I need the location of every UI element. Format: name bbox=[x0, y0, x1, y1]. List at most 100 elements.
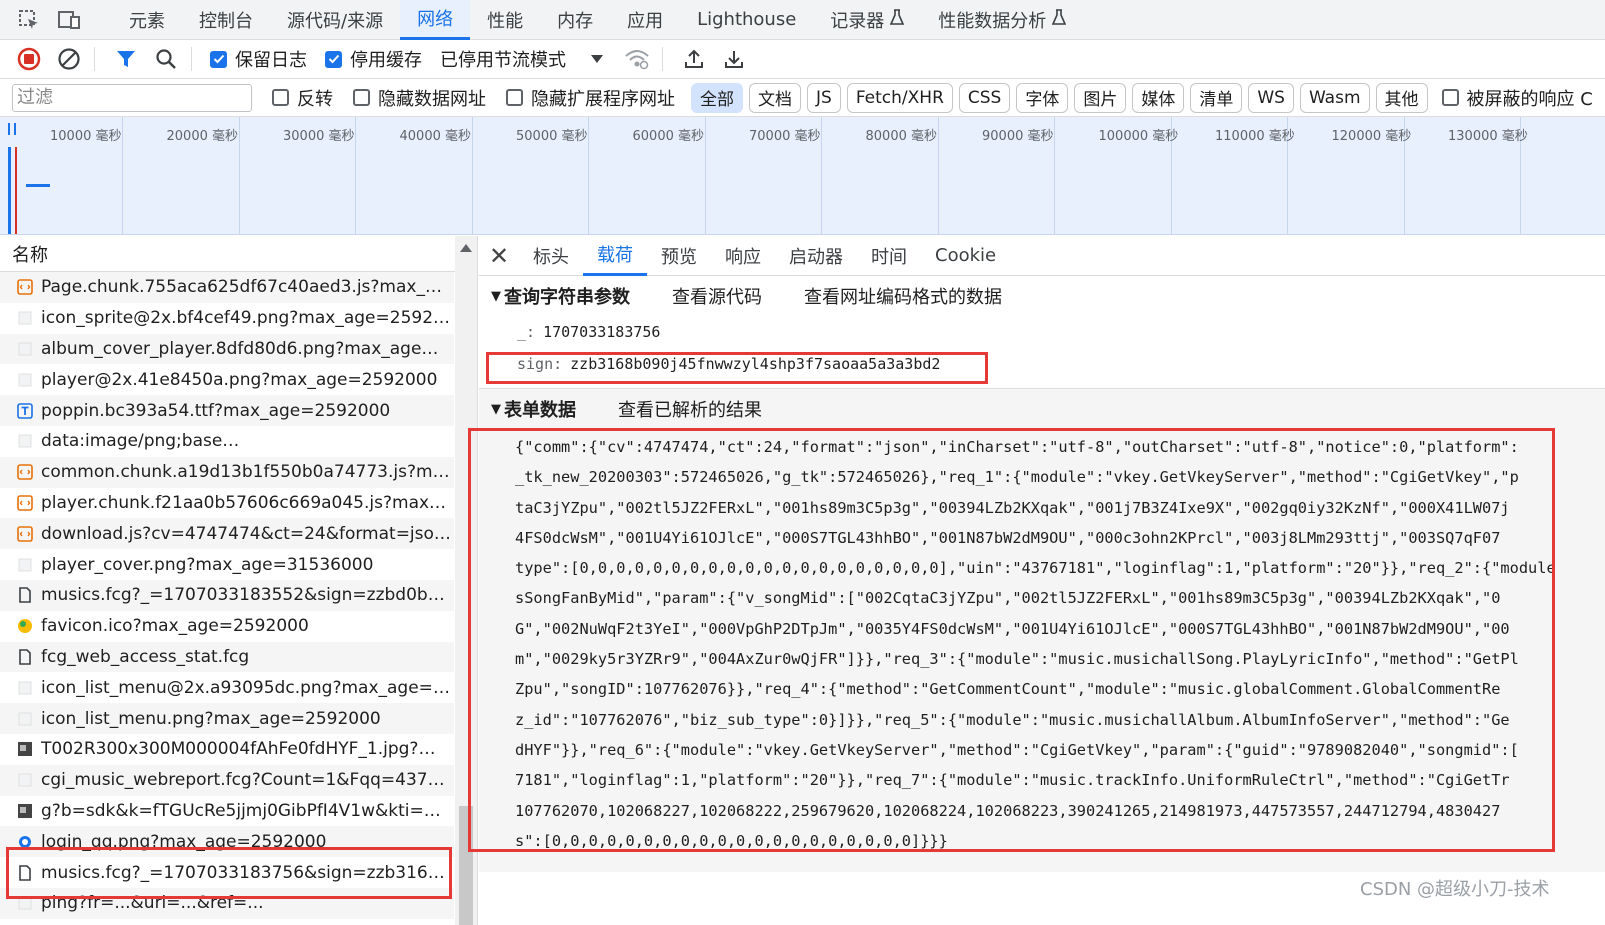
download-icon[interactable] bbox=[717, 42, 751, 76]
type-filter-chip[interactable]: 其他 bbox=[1375, 82, 1428, 113]
param-value: zzb3168b090j45fnwwzyl4shp3f7saoaa5a3a3bd… bbox=[570, 355, 941, 373]
request-name: fcg_web_access_stat.fcg bbox=[41, 646, 250, 667]
type-filter-chip[interactable]: Fetch/XHR bbox=[846, 82, 953, 113]
chevron-down-icon[interactable] bbox=[580, 42, 614, 76]
request-row[interactable]: favicon.ico?max_age=2592000 bbox=[0, 611, 454, 642]
tab-7[interactable]: Lighthouse bbox=[680, 0, 813, 40]
scroll-thumb[interactable] bbox=[459, 806, 473, 925]
type-filter-chip[interactable]: 全部 bbox=[691, 82, 743, 113]
upload-icon[interactable] bbox=[677, 42, 711, 76]
request-row[interactable]: player@2x.41e8450a.png?max_age=2592000 bbox=[0, 364, 454, 395]
disable-cache-label: 停用缓存 bbox=[350, 50, 422, 71]
scroll-up-icon[interactable] bbox=[460, 244, 472, 252]
tab-9[interactable]: 性能数据分析 bbox=[921, 0, 1083, 40]
type-filter-chip[interactable]: WS bbox=[1248, 82, 1294, 113]
inspect-element-icon[interactable] bbox=[14, 5, 44, 35]
filter-input[interactable]: 过滤 bbox=[12, 83, 252, 112]
js-icon bbox=[16, 525, 34, 543]
tab-2[interactable]: 源代码/来源 bbox=[270, 0, 400, 40]
search-icon[interactable] bbox=[149, 42, 183, 76]
close-icon[interactable]: ✕ bbox=[479, 236, 519, 276]
request-row[interactable]: Page.chunk.755aca625df67c40aed3.js?max_a… bbox=[0, 272, 454, 303]
name-column-header[interactable]: 名称 bbox=[0, 236, 477, 272]
detail-tab[interactable]: 启动器 bbox=[775, 236, 857, 276]
timeline-tick-label: 90000 毫秒 bbox=[982, 129, 1054, 144]
request-row[interactable]: icon_list_menu@2x.a93095dc.png?max_age=2… bbox=[0, 672, 454, 703]
type-filter-chip[interactable]: JS bbox=[807, 82, 841, 113]
request-row[interactable]: album_cover_player.8dfd80d6.png?max_age=… bbox=[0, 333, 454, 365]
detail-tab[interactable]: 标头 bbox=[519, 236, 583, 276]
clear-icon[interactable] bbox=[52, 42, 86, 76]
view-parsed-link[interactable]: 查看已解析的结果 bbox=[618, 396, 762, 422]
tab-label: 性能数据分析 bbox=[938, 10, 1047, 32]
hide-data-urls-checkbox[interactable]: 隐藏数据网址 bbox=[353, 85, 486, 111]
hide-extension-urls-checkbox[interactable]: 隐藏扩展程序网址 bbox=[506, 85, 675, 111]
preserve-log-checkbox[interactable]: 保留日志 bbox=[210, 46, 307, 72]
type-filter-chip[interactable]: 清单 bbox=[1190, 82, 1243, 113]
detail-tab[interactable]: 时间 bbox=[857, 236, 921, 276]
request-row[interactable]: T002R300x300M000004fAhFe0fdHYF_1.jpg?max… bbox=[0, 734, 454, 765]
request-row[interactable]: icon_sprite@2x.bf4cef49.png?max_age=2592… bbox=[0, 303, 454, 334]
request-detail: ✕ 标头 载荷 预览 响应 启动器 时间 Cookie ▼ 查询字符串参数 查看源代码 查看… bbox=[479, 236, 1605, 925]
timeline-bar-blue bbox=[8, 147, 11, 234]
query-params-header[interactable]: ▼ 查询字符串参数 查看源代码 查看网址编码格式的数据 bbox=[479, 276, 1605, 316]
query-params-title: 查询字符串参数 bbox=[504, 287, 630, 308]
request-row[interactable]: common.chunk.a19d13b1f550b0a74773.js?max… bbox=[0, 456, 454, 488]
timeline-tick-label: 50000 毫秒 bbox=[516, 129, 588, 144]
request-row[interactable]: musics.fcg?_=1707033183756&sign=zzb3168b… bbox=[0, 857, 454, 888]
tab-8[interactable]: 记录器 bbox=[813, 0, 921, 40]
request-row[interactable]: player.chunk.f21aa0b57606c669a045.js?max… bbox=[0, 488, 454, 519]
image-icon bbox=[16, 894, 34, 912]
request-row[interactable]: g?b=sdk&k=fTGUcRe5jjmj0GibPfI4V1w&kti=Y4… bbox=[0, 796, 454, 827]
timeline-gridline bbox=[355, 117, 356, 234]
request-row[interactable]: musics.fcg?_=1707033183552&sign=zzbd0b1f… bbox=[0, 579, 454, 611]
tab-6[interactable]: 应用 bbox=[610, 0, 680, 40]
timeline-tick-label: 20000 毫秒 bbox=[166, 129, 239, 144]
tab-3[interactable]: 网络 bbox=[400, 0, 471, 40]
type-filter-chip[interactable]: 文档 bbox=[749, 82, 801, 113]
checkbox-box bbox=[353, 89, 370, 106]
request-row[interactable]: player_cover.png?max_age=31536000 bbox=[0, 549, 454, 580]
hide-data-urls-label: 隐藏数据网址 bbox=[378, 88, 486, 110]
request-row[interactable]: poppin.bc393a54.ttf?max_age=2592000 bbox=[0, 395, 454, 426]
request-row[interactable]: download.js?cv=4747474&ct=24&format=json… bbox=[0, 518, 454, 550]
tab-5[interactable]: 内存 bbox=[540, 0, 610, 40]
view-url-encoded-link[interactable]: 查看网址编码格式的数据 bbox=[804, 283, 1002, 309]
list-scrollbar[interactable] bbox=[455, 236, 477, 925]
type-filter-chip[interactable]: 图片 bbox=[1074, 82, 1127, 113]
request-row[interactable]: cgi_music_webreport.fcg?Count=1&Fqq=4376… bbox=[0, 764, 454, 796]
device-toolbar-icon[interactable] bbox=[54, 5, 84, 35]
detail-tab[interactable]: 载荷 bbox=[583, 236, 647, 276]
form-data-line: m","0029ky5r3YZRr9","004AxZur0wQjFR"]}},… bbox=[515, 650, 1519, 669]
tab-0[interactable]: 元素 bbox=[112, 0, 182, 40]
filter-icon[interactable] bbox=[109, 42, 143, 76]
timeline-pause-icon[interactable] bbox=[8, 123, 16, 135]
type-filter-chip[interactable]: Wasm bbox=[1299, 82, 1370, 113]
record-stop-icon[interactable] bbox=[12, 42, 46, 76]
tab-1[interactable]: 控制台 bbox=[182, 0, 270, 40]
detail-tab[interactable]: 预览 bbox=[647, 236, 711, 276]
timeline-overview[interactable]: 10000 毫秒 20000 毫秒 30000 毫秒 40000 毫秒 50000 毫秒… bbox=[0, 117, 1605, 235]
throttling-select[interactable]: 已停用节流模式 bbox=[440, 46, 566, 72]
tab-4[interactable]: 性能 bbox=[470, 0, 540, 40]
disable-cache-checkbox[interactable]: 停用缓存 bbox=[325, 46, 422, 72]
request-row[interactable]: data:image/png;base… bbox=[0, 426, 454, 457]
network-conditions-icon[interactable] bbox=[620, 42, 654, 76]
request-row[interactable]: ping?fr=...&url=...&ref=... bbox=[0, 887, 454, 919]
detail-tab[interactable]: Cookie bbox=[921, 236, 1010, 276]
blocked-responses-checkbox[interactable]: 被屏蔽的响应 C bbox=[1441, 85, 1593, 111]
view-source-link[interactable]: 查看源代码 bbox=[672, 283, 762, 309]
image-icon bbox=[16, 432, 34, 450]
request-row[interactable]: fcg_web_access_stat.fcg bbox=[0, 641, 454, 673]
hide-extension-urls-label: 隐藏扩展程序网址 bbox=[531, 88, 675, 110]
form-data-header[interactable]: ▼ 表单数据 查看已解析的结果 bbox=[479, 389, 1605, 429]
invert-checkbox[interactable]: 反转 bbox=[272, 85, 333, 111]
request-row[interactable]: login_qq.png?max_age=2592000 bbox=[0, 826, 454, 858]
type-filter-chip[interactable]: 媒体 bbox=[1132, 82, 1185, 113]
type-filter-chip[interactable]: 字体 bbox=[1016, 82, 1069, 113]
detail-tab[interactable]: 响应 bbox=[711, 236, 775, 276]
form-data-line: _tk_new_20200303":572465026,"g_tk":57246… bbox=[515, 468, 1519, 487]
request-row[interactable]: icon_list_menu.png?max_age=2592000 bbox=[0, 703, 454, 734]
resource-type-filters: 全部 文档 JS Fetch/XHR CSS 字体 图片 媒体 清单 WS Wasm 其他 bbox=[685, 82, 1428, 113]
type-filter-chip[interactable]: CSS bbox=[958, 82, 1011, 113]
